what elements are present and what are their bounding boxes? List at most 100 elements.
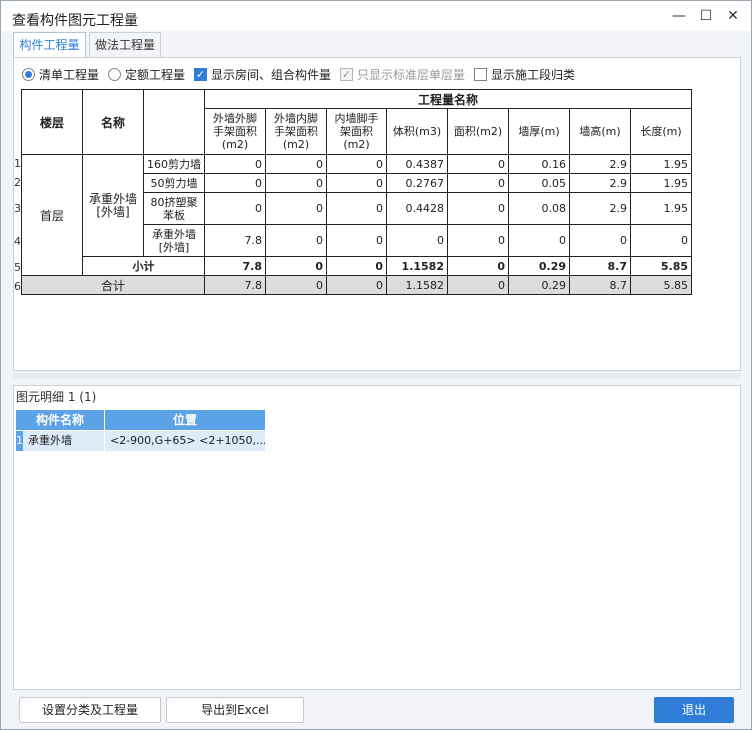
checkbox-checked-icon[interactable]: ✓ [194,68,207,81]
value-cell: 0 [447,192,509,225]
option-std-floor-only-label: 只显示标准层单层量 [357,68,466,82]
total-label: 合计 [21,275,205,295]
col-header[interactable]: 外墙内脚手架面积(m2) [265,108,327,155]
subtotal-cell: 0.29 [508,256,570,276]
minimize-icon[interactable]: — [666,5,692,27]
value-cell: 0 [569,224,631,257]
col-header[interactable]: 体积(m3) [386,108,448,155]
detail-panel: 图元明细 1 (1) 构件名称 位置 1 承重外墙 <2-900,G+65> <… [13,385,741,690]
value-cell: 0 [265,173,327,193]
value-cell: 1.95 [630,192,692,225]
total-cell: 5.85 [630,275,692,295]
detail-col-name-header[interactable]: 构件名称 [16,410,105,430]
detail-col-position-header[interactable]: 位置 [105,410,266,430]
quantity-table: 楼层 名称 工程量名称 外墙外脚手架面积(m2) 外墙内脚手架面积(m2) 内墙… [21,89,692,295]
total-row[interactable]: 合计 7.8 0 0 1.1582 0 0.29 8.7 5.85 [21,275,692,295]
value-cell: 2.9 [569,192,631,225]
value-cell: 0 [326,173,387,193]
value-cell: 0 [265,192,327,225]
col-header[interactable]: 墙高(m) [569,108,631,155]
radio-selected-icon[interactable] [22,68,35,81]
checkbox-disabled-icon: ✓ [340,68,353,81]
value-cell: 0 [326,224,387,257]
col-floor-header[interactable]: 楼层 [21,89,83,155]
value-cell: 0 [204,192,266,225]
value-cell: 0 [386,224,448,257]
checkbox-icon[interactable] [474,68,487,81]
col-blank-header [143,89,205,155]
value-cell: 0 [447,154,509,174]
col-name-header[interactable]: 名称 [82,89,144,155]
item-cell: 80挤塑聚苯板 [143,192,205,225]
item-cell: 50剪力墙 [143,173,205,193]
detail-name-cell[interactable]: 承重外墙 [23,431,105,451]
table-row[interactable]: 首层 承重外墙[外墙] 160剪力墙 0 0 0 0.4387 0 0.16 2… [21,154,692,276]
total-cell: 1.1582 [386,275,448,295]
detail-position-cell[interactable]: <2-900,G+65> <2+1050,... [105,431,266,451]
title-bar: 查看构件图元工程量 — ☐ ✕ [1,1,751,31]
value-cell: 0 [204,173,266,193]
col-header[interactable]: 外墙外脚手架面积(m2) [204,108,266,155]
option-show-rooms-label: 显示房间、组合构件量 [211,68,332,82]
value-cell: 1.95 [630,173,692,193]
subtotal-cell: 1.1582 [386,256,448,276]
radio-icon[interactable] [108,68,121,81]
subtotal-cell: 7.8 [204,256,266,276]
item-cell: 160剪力墙 [143,154,205,174]
settings-button[interactable]: 设置分类及工程量 [19,697,161,723]
value-cell: 2.9 [569,173,631,193]
total-cell: 0 [265,275,327,295]
value-cell: 0 [326,154,387,174]
value-cell: 0 [265,224,327,257]
maximize-icon[interactable]: ☐ [693,5,719,27]
quantity-group-header: 工程量名称 [204,89,692,109]
col-header[interactable]: 墙厚(m) [508,108,570,155]
option-qingdan-label: 清单工程量 [39,68,100,82]
value-cell: 0 [326,192,387,225]
total-cell: 0 [326,275,387,295]
subtotal-cell: 0 [447,256,509,276]
value-cell: 0.4387 [386,154,448,174]
total-cell: 8.7 [569,275,631,295]
table-header-row: 楼层 名称 工程量名称 [21,89,692,155]
col-header[interactable]: 内墙脚手架面积(m2) [326,108,387,155]
tab-component-quantity[interactable]: 构件工程量 [13,32,86,58]
col-header[interactable]: 面积(m2) [447,108,509,155]
subtotal-row[interactable]: 小计 7.8 0 0 1.1582 0 0.29 8.7 5.85 [22,256,692,276]
total-cell: 0.29 [508,275,570,295]
item-cell: 承重外墙[外墙] [143,224,205,257]
value-cell: 0.4428 [386,192,448,225]
value-cell: 0 [508,224,570,257]
value-cell: 0 [447,173,509,193]
total-cell: 7.8 [204,275,266,295]
value-cell: 0 [204,154,266,174]
value-cell: 0 [630,224,692,257]
value-cell: 1.95 [630,154,692,174]
total-cell: 0 [447,275,509,295]
value-cell: 2.9 [569,154,631,174]
subtotal-cell: 8.7 [569,256,631,276]
subtotal-cell: 5.85 [630,256,692,276]
export-excel-button[interactable]: 导出到Excel [166,697,304,723]
value-cell: 0.16 [508,154,570,174]
tab-method-quantity[interactable]: 做法工程量 [89,32,161,57]
col-header[interactable]: 长度(m) [630,108,692,155]
value-cell: 0.08 [508,192,570,225]
subtotal-label: 小计 [82,256,205,276]
panel-splitter[interactable] [13,373,741,379]
close-icon[interactable]: ✕ [720,5,746,27]
value-cell: 0 [265,154,327,174]
value-cell: 0.05 [508,173,570,193]
detail-label: 图元明细 1 (1) [16,390,97,404]
component-name-cell: 承重外墙[外墙] [82,154,144,257]
subtotal-cell: 0 [265,256,327,276]
option-dinge-label: 定额工程量 [125,68,186,82]
floor-cell: 首层 [21,154,83,276]
option-show-segments-label: 显示施工段归类 [491,68,576,82]
window-title: 查看构件图元工程量 [12,13,138,29]
value-cell: 0 [447,224,509,257]
value-cell: 0.2767 [386,173,448,193]
detail-row-number: 1 [16,431,23,451]
exit-button[interactable]: 退出 [654,697,734,723]
value-cell: 7.8 [204,224,266,257]
